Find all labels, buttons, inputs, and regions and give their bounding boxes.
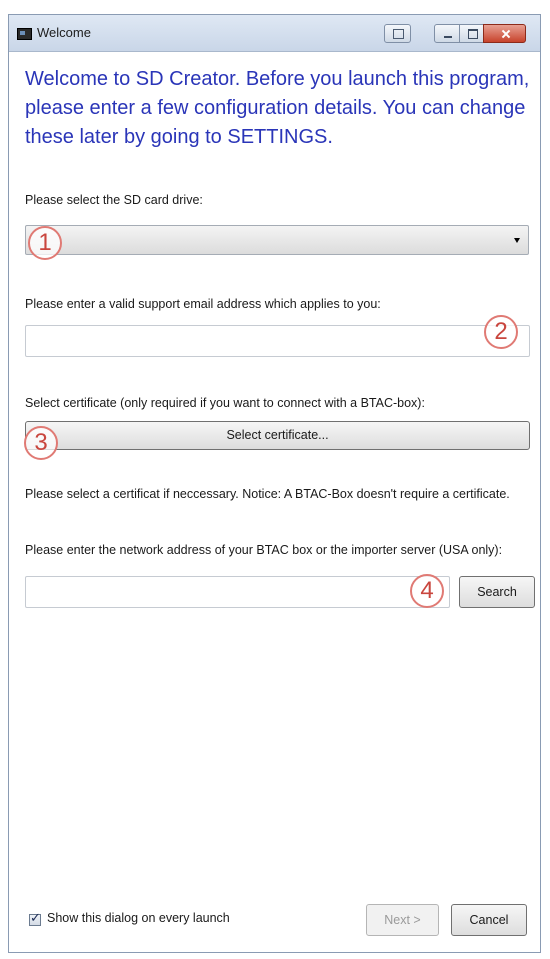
show-dialog-checkbox[interactable] — [29, 911, 41, 926]
step-marker-4: 4 — [410, 574, 444, 608]
email-input[interactable] — [25, 325, 530, 357]
step-marker-1: 1 — [28, 226, 62, 260]
sd-card-dropdown[interactable] — [25, 225, 529, 255]
maximize-icon[interactable] — [459, 24, 484, 43]
next-button[interactable]: Next > — [366, 904, 439, 936]
certificate-label: Select certificate (only required if you… — [25, 396, 425, 410]
step-marker-3: 3 — [24, 426, 58, 460]
sd-card-label: Please select the SD card drive: — [25, 193, 203, 207]
cancel-button[interactable]: Cancel — [451, 904, 527, 936]
certificate-notice: Please select a certificat if neccessary… — [25, 487, 510, 501]
network-address-label: Please enter the network address of your… — [25, 543, 503, 557]
title-bar[interactable]: Welcome — [9, 15, 540, 52]
search-button[interactable]: Search — [459, 576, 535, 608]
window-title: Welcome — [37, 25, 91, 40]
welcome-dialog: Welcome Welcome to SD Creator. Before yo… — [8, 14, 541, 953]
step-marker-2: 2 — [484, 315, 518, 349]
minimize-icon[interactable] — [434, 24, 460, 43]
email-label: Please enter a valid support email addre… — [25, 297, 381, 311]
welcome-message: Welcome to SD Creator. Before you launch… — [25, 68, 530, 148]
app-window-icon — [17, 28, 32, 40]
show-dialog-checkbox-label: Show this dialog on every launch — [47, 911, 230, 925]
dropdown-arrow-icon — [514, 238, 520, 243]
select-certificate-button[interactable]: Select certificate... — [25, 421, 530, 450]
network-address-input[interactable] — [25, 576, 450, 608]
close-icon[interactable] — [483, 24, 526, 43]
window-extra-icon[interactable] — [384, 24, 411, 43]
